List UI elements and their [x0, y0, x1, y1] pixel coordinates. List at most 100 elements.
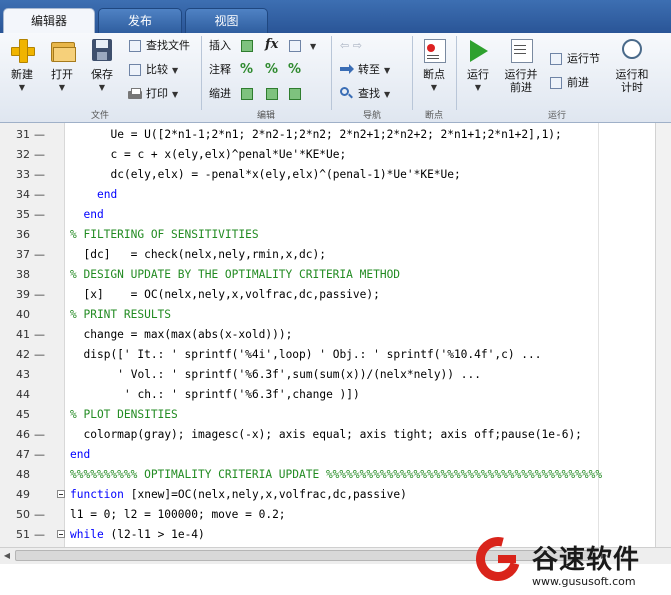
breakpoint-icon — [421, 37, 447, 63]
executable-marker[interactable]: — — [34, 525, 45, 545]
breakpoints-button[interactable]: 断点 ▼ — [418, 37, 450, 93]
line-number: 36 — [16, 228, 30, 241]
keyword: end — [70, 448, 91, 461]
code-line[interactable]: 41 — change = max(max(abs(x-xold))); — [0, 325, 671, 345]
code-line[interactable]: 35 — end — [0, 205, 671, 225]
code-line[interactable]: 47 — end — [0, 445, 671, 465]
group-label-navigate: 导航 — [362, 111, 381, 121]
find-label: 查找 — [358, 87, 380, 100]
smart-indent-button[interactable] — [240, 84, 258, 104]
compare-label: 比较 — [146, 63, 168, 76]
indent-button[interactable]: 缩进 — [209, 84, 231, 104]
run-button[interactable]: 运行 ▼ — [462, 37, 494, 93]
fx-button[interactable]: fx — [265, 36, 283, 56]
code-fold-icon[interactable] — [57, 490, 65, 498]
run-section-button[interactable]: 运行节 — [549, 49, 600, 69]
increase-indent-icon — [265, 87, 279, 101]
code-text: ' ch.: ' sprintf('%6.3f',change )]) — [124, 388, 360, 401]
printer-icon — [128, 87, 142, 101]
executable-marker[interactable]: — — [34, 185, 45, 205]
comment-button[interactable]: 注释 — [209, 60, 231, 80]
group-label-breakpoints: 断点 — [424, 111, 443, 121]
back-forward-buttons[interactable]: ⇦ ⇨ — [340, 36, 362, 56]
insert-section-button[interactable] — [240, 36, 258, 56]
code-line[interactable]: 40 % PRINT RESULTS — [0, 305, 671, 325]
uncomment-button[interactable]: % — [265, 60, 283, 80]
folder-icon — [49, 37, 76, 63]
tab-editor[interactable]: 编辑器 — [3, 8, 95, 33]
insert-button[interactable]: 插入 — [209, 36, 231, 56]
scroll-left-icon[interactable]: ◀ — [1, 550, 13, 562]
increase-indent-button[interactable] — [265, 84, 283, 104]
executable-marker[interactable]: — — [34, 205, 45, 225]
code-editor[interactable]: 31 — Ue = U([2*n1-1;2*n1; 2*n2-1;2*n2; 2*n… — [0, 123, 671, 595]
code-line[interactable]: 32 — c = c + x(ely,elx)^penal*Ue'*KE*Ue; — [0, 145, 671, 165]
keyword: function — [70, 488, 124, 501]
code-line[interactable]: 42 — disp([' It.: ' sprintf('%4i',loop) ' … — [0, 345, 671, 365]
code-line[interactable]: 45 % PLOT DENSITIES — [0, 405, 671, 425]
find-files-button[interactable]: 查找文件 — [128, 36, 190, 56]
chevron-down-icon: ▼ — [172, 66, 179, 75]
open-button[interactable]: 打开 ▼ — [46, 37, 78, 93]
line-number: 39 — [16, 288, 30, 301]
run-and-time-button[interactable]: 运行和 计时 — [612, 37, 652, 94]
executable-marker[interactable]: — — [34, 345, 45, 365]
line-number: 46 — [16, 428, 30, 441]
watermark-brand: 谷速软件 — [532, 545, 641, 575]
code-line[interactable]: 34 — end — [0, 185, 671, 205]
run-section-icon — [549, 52, 563, 66]
comment-text: %%%%%%%%%% OPTIMALITY CRITERIA UPDATE %%… — [70, 468, 603, 481]
code-line[interactable]: 49 function [xnew]=OC(nelx,nely,x,volfrac… — [0, 485, 671, 505]
goto-button[interactable]: 转至 ▼ — [340, 60, 390, 80]
code-text: [dc] = check(nelx,nely,rmin,x,dc); — [83, 248, 326, 261]
tab-publish[interactable]: 发布 — [98, 8, 182, 33]
code-line[interactable]: 39 — [x] = OC(nelx,nely,x,volfrac,dc,passi… — [0, 285, 671, 305]
executable-marker[interactable]: — — [34, 165, 45, 185]
print-button[interactable]: 打印 ▼ — [128, 84, 178, 104]
line-number: 31 — [16, 128, 30, 141]
print-label: 打印 — [146, 87, 168, 100]
breakpoints-label: 断点 — [423, 68, 445, 81]
code-line[interactable]: 46 — colormap(gray); imagesc(-x); axis equ… — [0, 425, 671, 445]
tab-view[interactable]: 视图 — [185, 8, 268, 33]
function-icon — [288, 39, 302, 53]
code-line[interactable]: 43 ' Vol.: ' sprintf('%6.3f',sum(sum(x))/… — [0, 365, 671, 385]
vertical-scrollbar[interactable] — [655, 123, 671, 547]
code-line[interactable]: 31 — Ue = U([2*n1-1;2*n1; 2*n2-1;2*n2; 2*n… — [0, 125, 671, 145]
code-line[interactable]: 37 — [dc] = check(nelx,nely,rmin,x,dc); — [0, 245, 671, 265]
code-line[interactable]: 33 — dc(ely,elx) = -penal*x(ely,elx)^(pena… — [0, 165, 671, 185]
code-fold-icon[interactable] — [57, 530, 65, 538]
save-button[interactable]: 保存 ▼ — [86, 37, 118, 93]
code-line[interactable]: 50 — l1 = 0; l2 = 100000; move = 0.2; — [0, 505, 671, 525]
advance-button[interactable]: 前进 — [549, 73, 589, 93]
clock-icon — [619, 37, 645, 63]
line-number: 45 — [16, 408, 30, 421]
executable-marker[interactable]: — — [34, 505, 45, 525]
wrap-comment-button[interactable]: % — [288, 60, 306, 80]
executable-marker[interactable]: — — [34, 445, 45, 465]
insert-function-button[interactable]: ▼ — [288, 36, 316, 56]
line-number: 34 — [16, 188, 30, 201]
run-and-advance-button[interactable]: 运行并 前进 — [500, 37, 542, 94]
code-line[interactable]: 44 ' ch.: ' sprintf('%6.3f',change )]) — [0, 385, 671, 405]
divider — [201, 36, 202, 110]
executable-marker[interactable]: — — [34, 245, 45, 265]
comment-percent-button[interactable]: % — [240, 60, 258, 80]
executable-marker[interactable]: — — [34, 285, 45, 305]
find-button[interactable]: 查找 ▼ — [340, 84, 390, 104]
new-button[interactable]: 新建 ▼ — [6, 37, 38, 93]
code-line[interactable]: 36 % FILTERING OF SENSITIVITIES — [0, 225, 671, 245]
compare-icon — [128, 63, 142, 77]
executable-marker[interactable]: — — [34, 325, 45, 345]
executable-marker[interactable]: — — [34, 145, 45, 165]
uncomment-icon: % — [265, 62, 279, 77]
executable-marker[interactable]: — — [34, 425, 45, 445]
divider — [331, 36, 332, 110]
run-section-label: 运行节 — [567, 52, 600, 65]
decrease-indent-button[interactable] — [288, 84, 306, 104]
code-line[interactable]: 38 % DESIGN UPDATE BY THE OPTIMALITY CRIT… — [0, 265, 671, 285]
executable-marker[interactable]: — — [34, 125, 45, 145]
compare-button[interactable]: 比较 ▼ — [128, 60, 178, 80]
keyword: while — [70, 528, 104, 541]
code-line[interactable]: 48 %%%%%%%%%% OPTIMALITY CRITERIA UPDATE … — [0, 465, 671, 485]
